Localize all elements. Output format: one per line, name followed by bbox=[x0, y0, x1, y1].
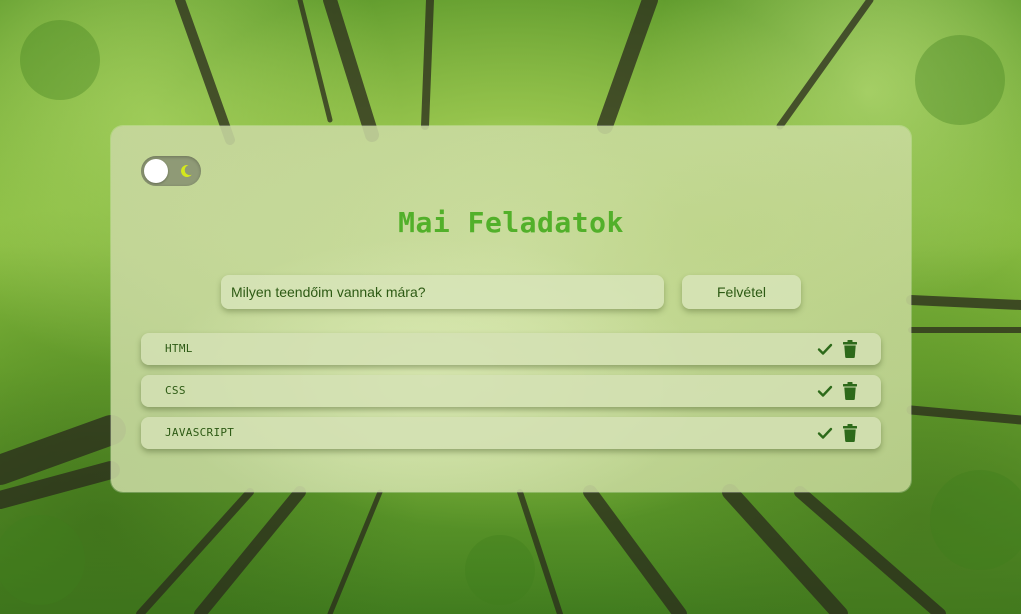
task-list: HTML CSS JAVASCRIPT bbox=[141, 333, 881, 459]
task-item: HTML bbox=[141, 333, 881, 365]
trash-icon[interactable] bbox=[842, 382, 858, 400]
trash-icon[interactable] bbox=[842, 340, 858, 358]
toggle-knob[interactable] bbox=[144, 159, 168, 183]
page-title: Mai Feladatok bbox=[398, 206, 624, 239]
task-text: CSS bbox=[165, 384, 186, 397]
theme-toggle[interactable] bbox=[141, 156, 201, 186]
trash-icon[interactable] bbox=[842, 424, 858, 442]
task-text: JAVASCRIPT bbox=[165, 426, 235, 439]
todo-card: Mai Feladatok Felvétel HTML CSS bbox=[111, 126, 911, 492]
task-item: JAVASCRIPT bbox=[141, 417, 881, 449]
task-text: HTML bbox=[165, 342, 193, 355]
check-icon[interactable] bbox=[817, 383, 833, 399]
check-icon[interactable] bbox=[817, 341, 833, 357]
task-input[interactable] bbox=[221, 275, 664, 309]
moon-icon bbox=[180, 165, 192, 178]
task-item: CSS bbox=[141, 375, 881, 407]
check-icon[interactable] bbox=[817, 425, 833, 441]
add-task-button[interactable]: Felvétel bbox=[682, 275, 801, 309]
